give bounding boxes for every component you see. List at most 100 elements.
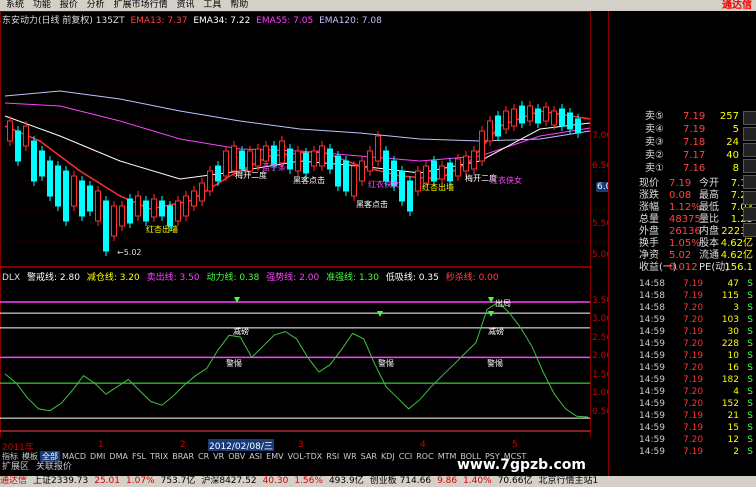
candle-body [567,112,573,130]
candle-body [463,155,469,172]
tab-vr[interactable]: VR [211,451,226,462]
menu-item-analysis[interactable]: 分析 [87,0,105,11]
candle-body [119,205,125,227]
menu-item-help[interactable]: 帮助 [230,0,248,11]
panel-tool-icon[interactable] [743,223,756,237]
tab-kdj[interactable]: KDJ [379,451,397,462]
candle-body [351,165,357,197]
candle-body [359,160,365,182]
status-item: 1.56% [294,476,323,486]
tick-row: 14:59 7.19 182 S [639,375,753,385]
status-item: 北京行情主站1 [538,476,599,486]
quote-stat-row: 收益(一) 0.012 PE(动) 156.1 [639,262,753,273]
panel-tool-icon[interactable] [743,191,756,205]
main-title-stock: 东安动力(日线 前复权) 135ZT [2,16,125,26]
sell-level-row: 卖⑤ 7.19 257 [645,111,739,122]
indicator-label: 出局 [495,299,511,308]
tab-全部[interactable]: 全部 [40,451,60,462]
signal-arrow-icon [488,311,494,317]
x-axis-label: 1 [98,440,104,450]
tab-related-quotes[interactable]: 关联报价 [34,462,74,473]
signal-arrow-icon [377,311,383,317]
low-price-label: ←5.02 [117,248,142,257]
quote-stat-row: 涨跌 0.08 最高 7.24 [639,190,753,201]
menu-item-extended-market[interactable]: 扩展市场行情 [114,0,168,11]
candle-body [215,165,221,182]
tab-wr[interactable]: WR [341,451,358,462]
tab-fsl[interactable]: FSL [130,451,148,462]
menu-item-info[interactable]: 资讯 [176,0,194,11]
tab-mtm[interactable]: MTM [436,451,459,462]
candle-body [487,120,493,142]
candle-body [39,150,45,177]
candle-body [511,108,517,127]
panel-tool-icon[interactable] [743,159,756,173]
tab-sar[interactable]: SAR [359,451,379,462]
chart-annotation: 红衣侠女 [490,176,522,185]
sell-level-row: 卖④ 7.19 5 [645,124,739,135]
candle-body [295,150,301,172]
candle-body [23,125,29,147]
candle-body [183,195,189,217]
tick-row: 14:59 7.20 16 S [639,363,753,373]
tab-cr[interactable]: CR [196,451,211,462]
tick-row: 14:59 7.19 10 S [639,351,753,361]
menu-item-system[interactable]: 系统 [6,0,24,11]
candle-body [471,150,477,170]
menu-item-tools[interactable]: 工具 [203,0,221,11]
chart-annotation: 红杏出墙 [422,183,454,192]
tick-row: 14:59 7.19 15 S [639,423,753,433]
tab-emv[interactable]: EMV [264,451,285,462]
indicator-label: 警惕 [378,359,394,368]
candle-body [247,150,253,172]
status-item: 创业板 714.66 [369,476,432,486]
tab-模板[interactable]: 模板 [20,451,40,462]
tab-obv[interactable]: OBV [226,451,247,462]
panel-tool-icon[interactable] [743,111,756,125]
tab-extension-area[interactable]: 扩展区 [0,462,31,473]
candle-body [207,170,213,192]
candle-body [407,180,413,212]
candle-body [143,200,149,222]
candle-body [279,140,285,164]
chart-area[interactable] [0,11,608,437]
status-bar: 通达信 上证2339.73 25.01 1.07% 753.7亿 沪深8427.52 40.… [0,476,756,487]
ind-title-part: 强势线: 2.00 [266,273,320,283]
candle-body [127,198,133,224]
x-axis-label: 4 [420,440,426,450]
candle-body [175,200,181,222]
menu-item-quote[interactable]: 报价 [60,0,78,11]
candle-body [439,165,445,180]
tab-asi[interactable]: ASI [247,451,264,462]
candle-body [431,160,437,182]
tab-dma[interactable]: DMA [107,451,130,462]
quote-stat-row: 总量 48375 量比 1.25 [639,214,753,225]
candle-body [479,130,485,162]
panel-tool-icon[interactable] [743,175,756,189]
tab-brar[interactable]: BRAR [170,451,196,462]
candle-body [111,205,117,237]
candle-body [303,152,309,174]
panel-tool-icon[interactable] [743,207,756,221]
candle-body [87,185,93,212]
tab-vol-tdx[interactable]: VOL-TDX [286,451,325,462]
main-title-ema34: EMA34: 7.22 [193,16,251,26]
panel-tool-icon[interactable] [743,127,756,141]
tab-trix[interactable]: TRIX [148,451,170,462]
status-item: 40.30 [262,476,289,486]
indicator-label: 警惕 [226,359,242,368]
menu-item-function[interactable]: 功能 [33,0,51,11]
tab-cci[interactable]: CCI [397,451,415,462]
tab-rsi[interactable]: RSI [324,451,341,462]
main-chart-title: 东安动力(日线 前复权) 135ZT EMA13: 7.37 EMA34: 7.… [2,13,385,26]
tab-dmi[interactable]: DMI [88,451,107,462]
tick-row: 14:59 7.19 30 S [639,327,753,337]
ind-title-part: 警戒线: 2.80 [27,273,80,283]
tab-指标[interactable]: 指标 [0,451,20,462]
tick-row: 14:59 7.19 21 S [639,411,753,421]
tab-roc[interactable]: ROC [414,451,435,462]
panel-tool-icon[interactable] [743,143,756,157]
status-item: 70.66亿 [497,476,533,486]
tab-macd[interactable]: MACD [60,451,88,462]
tick-row: 14:59 7.20 152 S [639,399,753,409]
